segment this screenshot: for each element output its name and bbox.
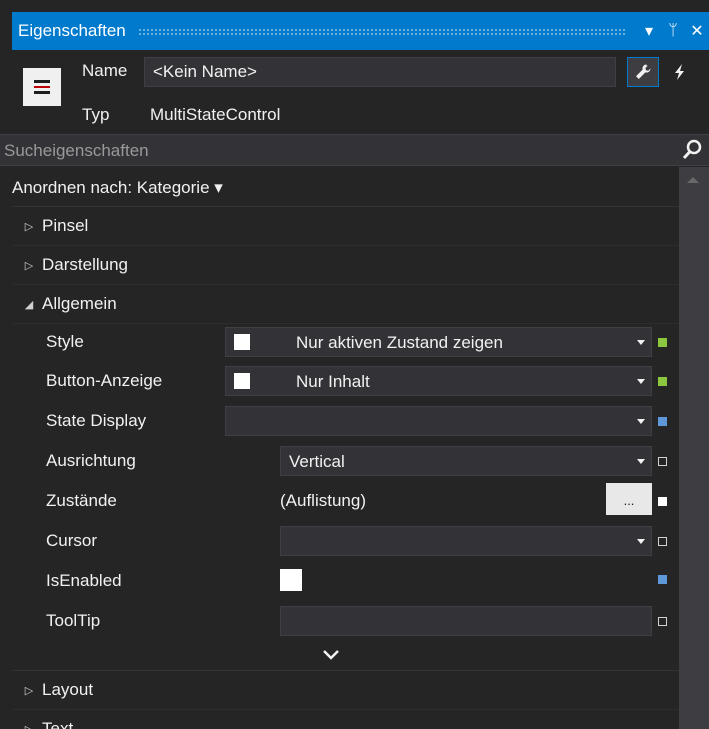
property-row-zustaende: Zustände (Auflistung) ... xyxy=(12,481,679,521)
style-dropdown[interactable]: Nur aktiven Zustand zeigen xyxy=(225,327,652,357)
close-icon[interactable]: ✕ xyxy=(685,21,709,41)
property-label: Button-Anzeige xyxy=(46,371,163,390)
dropdown-value: Nur aktiven Zustand zeigen xyxy=(296,333,503,352)
property-marker[interactable] xyxy=(658,537,667,546)
state-swatch xyxy=(234,334,250,350)
chevron-down-icon[interactable] xyxy=(637,459,645,464)
properties-panel: Eigenschaften ▾ ᛘ ✕ Name <Kein Name> Typ… xyxy=(0,0,709,729)
panel-title-bar[interactable]: Eigenschaften ▾ ᛘ ✕ xyxy=(12,12,709,50)
property-label: State Display xyxy=(46,411,147,430)
category-layout[interactable]: ▷ Layout xyxy=(12,671,679,710)
property-label: IsEnabled xyxy=(46,571,122,590)
dropdown-value: Vertical xyxy=(289,452,345,471)
category-darstellung[interactable]: ▷ Darstellung xyxy=(12,246,679,285)
selected-element-header: Name <Kein Name> Typ MultiStateControl xyxy=(12,50,709,133)
expand-arrow-icon[interactable]: ▷ xyxy=(16,220,42,233)
property-marker[interactable] xyxy=(658,457,667,466)
expand-arrow-icon[interactable]: ▷ xyxy=(16,723,42,729)
dropdown-value: Nur Inhalt xyxy=(296,372,370,391)
category-label: Darstellung xyxy=(42,255,128,274)
chevron-down-icon[interactable] xyxy=(322,648,340,662)
state-swatch xyxy=(234,373,250,389)
category-text[interactable]: ▷ Text xyxy=(12,710,679,729)
property-marker[interactable] xyxy=(658,338,667,347)
collection-editor-button[interactable]: ... xyxy=(606,483,652,515)
pin-icon[interactable]: ᛘ xyxy=(661,22,685,40)
arrange-by-dropdown[interactable]: Anordnen nach: Kategorie ▾ xyxy=(12,178,223,198)
property-label: Zustände xyxy=(46,491,117,510)
property-row-cursor: Cursor xyxy=(12,521,679,561)
property-marker[interactable] xyxy=(658,417,667,426)
collection-value: (Auflistung) xyxy=(280,491,366,510)
property-label: Cursor xyxy=(46,531,98,550)
property-row-ausrichtung: Ausrichtung Vertical xyxy=(12,441,679,481)
category-label: Layout xyxy=(42,680,94,699)
search-icon[interactable] xyxy=(681,138,703,162)
search-placeholder: Sucheigenschaften xyxy=(4,141,149,160)
collapse-arrow-icon[interactable]: ◢ xyxy=(16,298,42,311)
property-row-tooltip: ToolTip xyxy=(12,601,679,641)
category-pinsel[interactable]: ▷ Pinsel xyxy=(12,207,679,246)
name-label: Name xyxy=(82,61,128,80)
lightning-icon[interactable] xyxy=(664,57,696,87)
multistate-control-icon xyxy=(23,68,61,106)
expand-arrow-icon[interactable]: ▷ xyxy=(16,684,42,697)
property-label: Style xyxy=(46,332,84,351)
property-marker[interactable] xyxy=(658,497,667,506)
panel-title: Eigenschaften xyxy=(18,21,126,40)
category-label: Text xyxy=(42,719,74,729)
wrench-icon[interactable] xyxy=(627,57,659,87)
isenabled-checkbox[interactable] xyxy=(280,569,302,591)
name-input[interactable]: <Kein Name> xyxy=(144,57,616,87)
type-value: MultiStateControl xyxy=(150,105,281,124)
property-label: ToolTip xyxy=(46,611,101,630)
scroll-up-icon[interactable] xyxy=(687,177,699,183)
chevron-down-icon[interactable] xyxy=(637,340,645,345)
type-label: Typ xyxy=(82,105,110,124)
category-allgemein[interactable]: ◢ Allgemein xyxy=(12,285,679,324)
button-anzeige-dropdown[interactable]: Nur Inhalt xyxy=(225,366,652,396)
window-menu-dropdown-icon[interactable]: ▾ xyxy=(637,21,661,41)
tooltip-input[interactable] xyxy=(280,606,652,636)
category-label: Pinsel xyxy=(42,216,89,235)
ausrichtung-dropdown[interactable]: Vertical xyxy=(280,446,652,476)
property-row-style: Style Nur aktiven Zustand zeigen xyxy=(12,322,679,362)
category-label: Allgemein xyxy=(42,294,117,313)
chevron-down-icon[interactable] xyxy=(637,379,645,384)
property-marker[interactable] xyxy=(658,377,667,386)
property-marker[interactable] xyxy=(658,617,667,626)
cursor-dropdown[interactable] xyxy=(280,526,652,556)
property-row-state-display: State Display xyxy=(12,401,679,441)
vertical-scrollbar[interactable] xyxy=(679,167,709,729)
state-display-dropdown[interactable] xyxy=(225,406,652,436)
chevron-down-icon[interactable] xyxy=(637,419,645,424)
property-label: Ausrichtung xyxy=(46,451,136,470)
chevron-down-icon[interactable] xyxy=(637,539,645,544)
drag-grip[interactable] xyxy=(137,27,625,35)
expand-arrow-icon[interactable]: ▷ xyxy=(16,259,42,272)
property-row-isenabled: IsEnabled xyxy=(12,561,679,601)
search-input[interactable]: Sucheigenschaften xyxy=(0,134,709,166)
property-marker[interactable] xyxy=(658,575,667,584)
property-row-button-anzeige: Button-Anzeige Nur Inhalt xyxy=(12,361,679,401)
